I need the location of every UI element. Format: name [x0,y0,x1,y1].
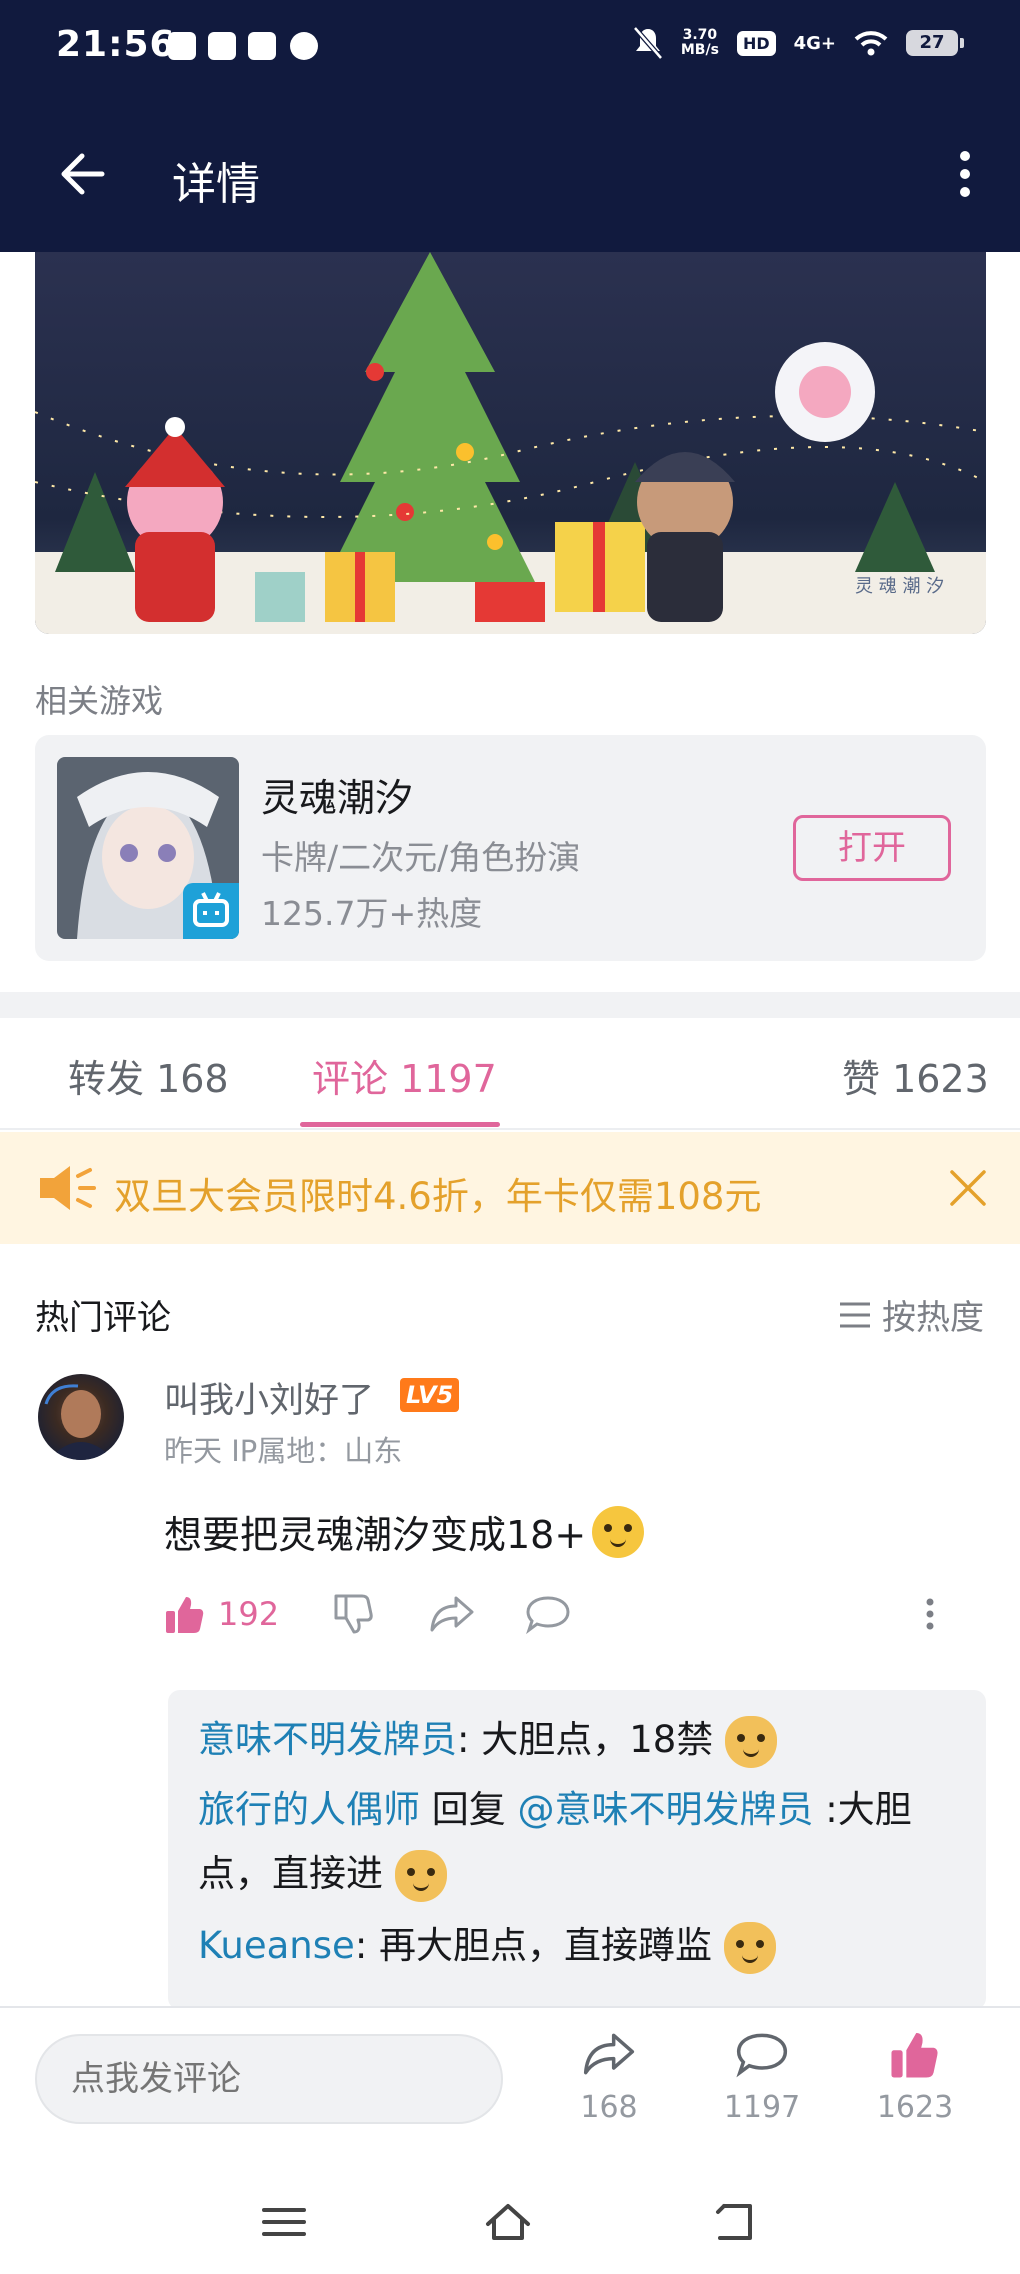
home-icon[interactable] [482,2196,534,2248]
related-games-label: 相关游戏 [35,682,164,720]
status-right: 3.70 MB/s HD 4G+ 27 [632,26,964,60]
more-vertical-icon[interactable] [920,1584,940,1644]
wechat-icon [290,32,318,60]
promo-text: 双旦大会员限时4.6折，年卡仅需108元 [114,1175,762,1218]
reply-item: 旅行的人偶师 回复 @意味不明发牌员 :大胆点，直接进 [198,1778,968,1906]
related-game-card[interactable]: 灵魂潮汐 卡牌/二次元/角色扮演 125.7万+热度 打开 [35,735,986,961]
share-icon[interactable] [428,1584,476,1644]
sort-label: 按热度 [882,1298,984,1338]
doge-emoji-icon [725,1715,778,1768]
hd-badge: HD [736,30,776,56]
back-nav-icon[interactable] [710,2196,762,2248]
reply-username[interactable]: Kueanse [198,1924,355,1967]
tab-bar: 转发 168 评论 1197 赞 1623 [0,1018,1020,1130]
status-time: 21:56 [56,24,176,65]
like-count: 1623 [876,2090,954,2125]
bilibili-game-icon [183,883,239,939]
comment-actions: 192 [164,1584,954,1644]
sort-lines-icon [840,1302,870,1327]
thumbs-up-icon [166,1597,204,1633]
doge-emoji-icon [394,1849,447,1902]
app-notification-icon [248,32,276,60]
level-badge: LV5 [400,1378,460,1412]
app-header: 详情 [0,120,1020,230]
reply-text: 大胆点，18禁 [481,1718,714,1761]
battery-indicator: 27 [906,30,964,56]
reply-mid: 回复 [420,1788,518,1831]
app-notification-icon [208,32,236,60]
doge-emoji-icon [723,1921,776,1974]
reply-text: 再大胆点，直接蹲监 [379,1924,713,1967]
thumbs-down-icon[interactable] [332,1584,376,1644]
game-cover-image [57,757,239,939]
bottom-share-button[interactable]: 168 [554,2028,664,2125]
cat-emoji-icon [592,1505,645,1558]
comment-input[interactable] [35,2034,503,2124]
comment-like-button[interactable]: 192 [164,1584,279,1644]
reply-item: Kueanse: 再大胆点，直接蹲监 [198,1914,968,1978]
comment-count: 1197 [723,2090,801,2125]
top-bar: 21:56 3.70 MB/s HD 4G+ 27 详情 [0,0,1020,252]
comment-text-content: 想要把灵魂潮汐变成18+ [164,1513,587,1557]
reply-separator: : [457,1718,482,1761]
tab-comments[interactable]: 评论 1197 [312,1048,497,1103]
mute-bell-icon [632,26,663,60]
comment-text: 想要把灵魂潮汐变成18+ [164,1504,645,1559]
avatar[interactable] [38,1374,124,1460]
bottom-comment-button[interactable]: 1197 [707,2028,817,2125]
post-banner-image[interactable]: 灵 魂 潮 汐 [35,252,986,634]
comment-icon [736,2033,788,2078]
comment-username[interactable]: 叫我小刘好了 [164,1372,374,1423]
net-speed-value: 3.70 [682,27,718,43]
share-icon [583,2033,635,2075]
bottom-like-button[interactable]: 1623 [860,2028,970,2125]
net-speed-unit: MB/s [680,42,719,58]
page-title: 详情 [172,159,260,210]
sort-button[interactable]: 按热度 [838,1290,984,1339]
comment-meta: 昨天 IP属地：山东 [164,1434,403,1468]
reply-username[interactable]: 意味不明发牌员 [198,1718,457,1761]
reply-item: 意味不明发牌员: 大胆点，18禁 [198,1708,968,1772]
open-game-button[interactable]: 打开 [793,815,951,881]
game-name: 灵魂潮汐 [261,776,414,820]
wifi-icon [854,31,888,56]
section-divider [0,992,1020,1018]
christmas-artwork-image: 灵 魂 潮 汐 [35,252,986,634]
net-speed: 3.70 MB/s [681,28,719,58]
more-vertical-icon[interactable] [950,146,980,202]
reply-icon[interactable] [524,1584,572,1644]
reply-separator: : [354,1924,380,1967]
reply-preview-box[interactable]: 意味不明发牌员: 大胆点，18禁 旅行的人偶师 回复 @意味不明发牌员 :大胆点… [168,1690,986,2010]
game-heat: 125.7万+热度 [261,894,483,933]
reply-mention[interactable]: @意味不明发牌员 [518,1788,814,1831]
status-bar: 21:56 3.70 MB/s HD 4G+ 27 [0,0,1020,92]
banner-watermark: 灵 魂 潮 汐 [855,576,944,597]
comment-like-count: 192 [218,1595,280,1633]
share-count: 168 [580,2090,638,2125]
tab-likes[interactable]: 赞 1623 [842,1048,989,1103]
close-icon[interactable] [946,1166,990,1210]
tab-reposts[interactable]: 转发 168 [68,1048,229,1103]
hot-comments-title: 热门评论 [35,1298,171,1338]
signal-indicator: 4G+ [793,32,836,54]
active-tab-indicator [300,1122,500,1127]
app-notification-icon [168,32,196,60]
promo-banner[interactable]: 双旦大会员限时4.6折，年卡仅需108元 [0,1132,1020,1244]
reply-username[interactable]: 旅行的人偶师 [198,1788,420,1831]
back-arrow-icon[interactable] [52,146,108,202]
menu-icon[interactable] [258,2196,310,2248]
thumbs-up-icon [891,2032,938,2078]
system-nav-bar [0,2180,1020,2274]
game-tags: 卡牌/二次元/角色扮演 [261,838,581,877]
speaker-icon [40,1166,96,1210]
